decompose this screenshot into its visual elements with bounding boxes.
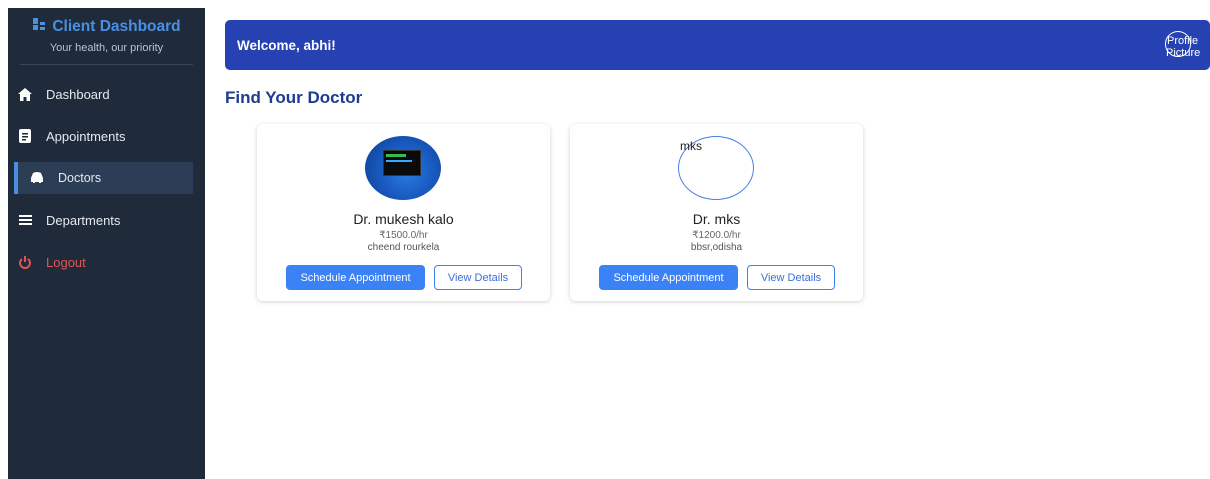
sidebar-item-label: Appointments xyxy=(46,128,126,144)
profile-alt-text-line1: Profile xyxy=(1167,35,1199,47)
sidebar-item-doctors[interactable]: Doctors xyxy=(14,162,193,194)
document-icon xyxy=(18,129,32,143)
profile-alt-text-line2: Picture xyxy=(1166,47,1201,59)
sidebar-item-dashboard[interactable]: Dashboard xyxy=(8,78,205,110)
client-logo-icon xyxy=(32,17,46,36)
doctor-name: Dr. mks xyxy=(692,211,741,227)
view-details-button[interactable]: View Details xyxy=(747,265,835,290)
welcome-text: Welcome, abhi! xyxy=(237,37,336,53)
schedule-appointment-button[interactable]: Schedule Appointment xyxy=(286,265,425,290)
profile-picture[interactable]: Profile Picture xyxy=(1164,31,1208,59)
doctor-fee: ₹1500.0/hr xyxy=(379,230,428,241)
menu-icon xyxy=(18,213,32,227)
power-icon xyxy=(18,255,32,269)
doctor-avatar xyxy=(365,136,441,200)
doctor-card: mks Dr. mks ₹1200.0/hr bbsr,odisha Sched… xyxy=(570,124,863,301)
sidebar-item-departments[interactable]: Departments xyxy=(8,204,205,236)
sidebar-item-label: Dashboard xyxy=(46,86,110,102)
sidebar-item-label: Departments xyxy=(46,212,121,228)
doctor-location: bbsr,odisha xyxy=(690,242,743,253)
sidebar-nav: Dashboard Appointments Doctors Departmen… xyxy=(8,78,205,288)
page-title: Find Your Doctor xyxy=(225,88,363,107)
sidebar-item-appointments[interactable]: Appointments xyxy=(8,120,205,152)
sidebar-item-label: Logout xyxy=(46,254,86,270)
doctor-card: Dr. mukesh kalo ₹1500.0/hr cheend rourke… xyxy=(257,124,550,301)
home-icon xyxy=(18,87,32,101)
brand-subtitle: Your health, our priority xyxy=(49,42,164,54)
doctor-location: cheend rourkela xyxy=(367,242,440,253)
schedule-appointment-button[interactable]: Schedule Appointment xyxy=(599,265,738,290)
brand-title: Client Dashboard xyxy=(52,17,181,35)
avatar-alt-text: mks xyxy=(680,139,702,153)
sidebar: Client Dashboard Your health, our priori… xyxy=(8,8,205,479)
desktop-screenshot-image xyxy=(365,136,441,200)
sidebar-item-label: Doctors xyxy=(58,171,102,185)
brand: Client Dashboard Your health, our priori… xyxy=(20,8,193,65)
top-header: Welcome, abhi! Profile Picture xyxy=(225,20,1210,70)
view-details-button[interactable]: View Details xyxy=(434,265,522,290)
doctor-fee: ₹1200.0/hr xyxy=(692,230,741,241)
sidebar-item-logout[interactable]: Logout xyxy=(8,246,205,278)
doctor-name: Dr. mukesh kalo xyxy=(353,211,454,227)
car-icon xyxy=(30,171,44,185)
